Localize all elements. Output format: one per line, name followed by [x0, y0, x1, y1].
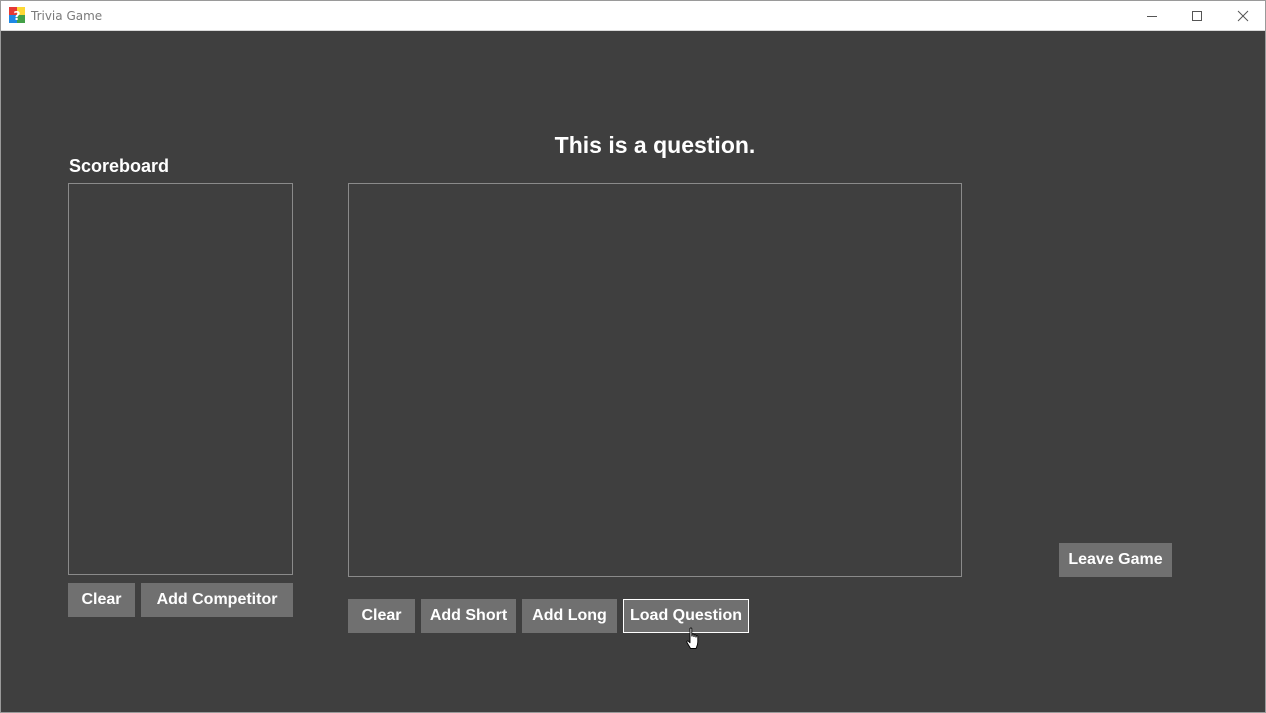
hand-cursor-icon — [686, 627, 699, 649]
scoreboard-label: Scoreboard — [69, 156, 170, 176]
answers-clear-button[interactable]: Clear — [348, 599, 415, 633]
close-button[interactable] — [1220, 1, 1265, 31]
maximize-icon — [1192, 11, 1202, 21]
minimize-icon — [1147, 16, 1157, 17]
title-bar[interactable]: ? Trivia Game — [1, 1, 1265, 31]
scoreboard-list[interactable] — [68, 183, 293, 575]
leave-game-button[interactable]: Leave Game — [1059, 543, 1172, 577]
add-long-button[interactable]: Add Long — [522, 599, 617, 633]
answers-area[interactable] — [348, 183, 962, 577]
trivia-app-icon: ? — [9, 7, 25, 23]
game-content: This is a question. Scoreboard Clear Add… — [1, 31, 1265, 712]
svg-text:?: ? — [14, 9, 21, 23]
window-title: Trivia Game — [31, 9, 103, 23]
add-competitor-button[interactable]: Add Competitor — [141, 583, 293, 617]
trivia-game-window: ? Trivia Game This is a question. Scoreb… — [0, 0, 1266, 713]
add-short-button[interactable]: Add Short — [421, 599, 516, 633]
close-icon — [1237, 10, 1249, 22]
minimize-button[interactable] — [1129, 1, 1175, 31]
scoreboard-clear-button[interactable]: Clear — [68, 583, 135, 617]
maximize-button[interactable] — [1174, 1, 1220, 31]
question-text: This is a question. — [554, 132, 756, 158]
